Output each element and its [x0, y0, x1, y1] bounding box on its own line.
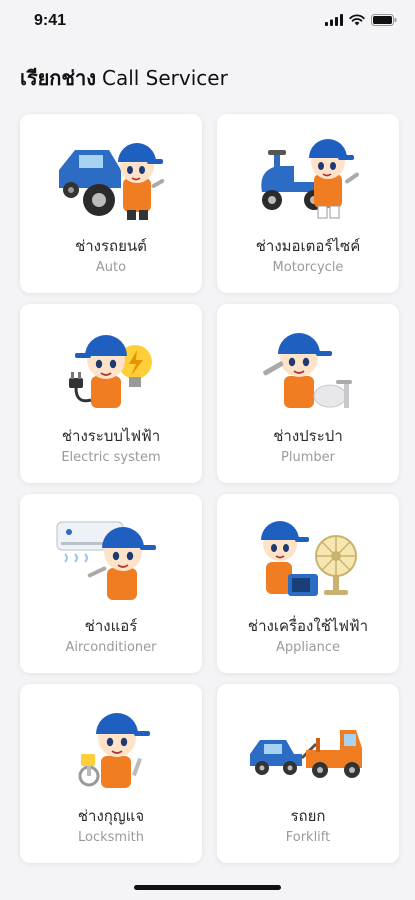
electrician-icon [20, 318, 202, 418]
aircon-technician-icon [20, 508, 202, 608]
service-card-electric-system[interactable]: ช่างระบบไฟฟ้า Electric system [20, 304, 202, 483]
motorcycle-mechanic-icon [217, 128, 399, 228]
service-grid: ช่างรถยนต์ Auto ช่างมอเตอร์ไซค์ Motorcyc… [20, 114, 401, 863]
service-label-english: Auto [95, 260, 127, 275]
service-card-plumber[interactable]: ช่างประปา Plumber [217, 304, 399, 483]
service-card-auto[interactable]: ช่างรถยนต์ Auto [20, 114, 202, 293]
service-card-motorcycle[interactable]: ช่างมอเตอร์ไซค์ Motorcycle [217, 114, 399, 293]
service-card-forklift[interactable]: รถยก Forklift [217, 684, 399, 863]
status-icons [325, 14, 397, 26]
car-mechanic-icon [20, 128, 202, 228]
plumber-icon [217, 318, 399, 418]
wifi-icon [349, 14, 365, 26]
appliance-technician-icon [217, 508, 399, 608]
service-label-english: Locksmith [77, 830, 145, 845]
battery-icon [371, 14, 397, 26]
service-card-locksmith[interactable]: ช่างกุญแจ Locksmith [20, 684, 202, 863]
service-label-thai: ช่างกุญแจ [77, 807, 145, 825]
service-card-airconditioner[interactable]: ช่างแอร์ Airconditioner [20, 494, 202, 673]
tow-truck-icon [217, 698, 399, 798]
service-label-english: Motorcycle [272, 260, 344, 275]
status-time: 9:41 [34, 12, 67, 29]
service-label-thai: ช่างแอร์ [84, 617, 138, 635]
home-indicator[interactable] [134, 885, 281, 890]
service-label-thai: ช่างเครื่องใช้ไฟฟ้า [247, 617, 369, 635]
service-label-english: Forklift [285, 830, 331, 845]
status-bar: 9:41 [0, 0, 415, 44]
page-title: เรียกช่าง Call Servicer [20, 62, 228, 94]
service-label-thai: ช่างระบบไฟฟ้า [61, 427, 161, 445]
service-label-english: Airconditioner [65, 640, 157, 655]
page-title-thai: เรียกช่าง [20, 66, 96, 90]
service-label-english: Plumber [281, 450, 335, 465]
locksmith-icon [20, 698, 202, 798]
service-label-thai: ช่างรถยนต์ [75, 237, 147, 255]
page-title-english: Call Servicer [101, 66, 228, 90]
service-label-english: Electric system [61, 450, 161, 465]
service-label-english: Appliance [276, 640, 340, 655]
cellular-signal-icon [325, 14, 343, 26]
service-card-appliance[interactable]: ช่างเครื่องใช้ไฟฟ้า Appliance [217, 494, 399, 673]
service-label-thai: ช่างประปา [273, 427, 343, 445]
service-label-thai: ช่างมอเตอร์ไซค์ [255, 237, 361, 255]
service-label-thai: รถยก [290, 807, 326, 825]
